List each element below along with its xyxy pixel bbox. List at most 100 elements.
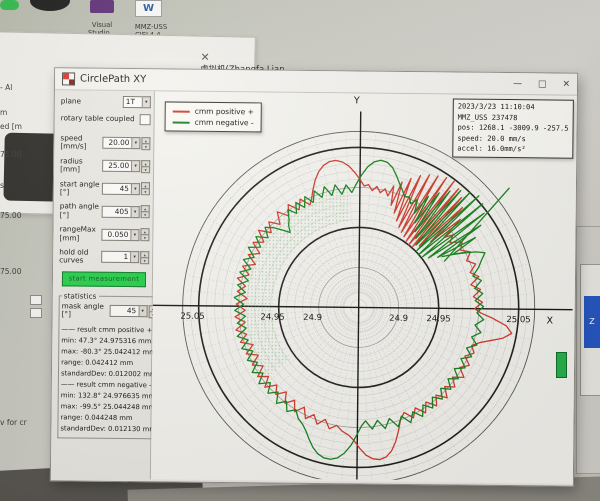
start-angle-label: start angle [°] xyxy=(60,180,102,197)
hold-old-curves-control: 1▾▴▾ xyxy=(101,251,149,265)
start-angle-spin-down-icon[interactable]: ▾ xyxy=(141,189,150,196)
hold-old-curves-dropdown-icon[interactable]: ▾ xyxy=(131,251,139,263)
mask-angle-value[interactable]: 45 xyxy=(109,305,139,317)
control-panel: plane1T▾rotary table coupledspeed [mm/s]… xyxy=(51,90,155,479)
ring-label-right-24.9: 24.9 xyxy=(389,314,408,324)
radius-dropdown-icon[interactable]: ▾ xyxy=(132,160,140,172)
range-max-spin-down-icon[interactable]: ▾ xyxy=(140,234,149,241)
rotary-table-coupled-checkbox[interactable] xyxy=(140,114,151,125)
mask-angle-label: mask angle [°] xyxy=(62,302,110,319)
legend: cmm positive +cmm negative - xyxy=(165,101,263,132)
speed-spin-down-icon[interactable]: ▾ xyxy=(141,143,150,150)
field-row-start-angle: start angle [°]45▾▴▾ xyxy=(60,180,150,198)
background-blue-tile[interactable]: Z xyxy=(584,296,600,348)
range-max-label: rangeMax [mm] xyxy=(59,225,101,242)
hold-old-curves-spin-down-icon[interactable]: ▾ xyxy=(140,257,149,264)
radius-spin-down-icon[interactable]: ▾ xyxy=(141,166,150,173)
field-row-path-angle: path angle [°]405▾▴▾ xyxy=(60,203,150,221)
start-angle-control: 45▾▴▾ xyxy=(102,182,150,196)
path-angle-dropdown-icon[interactable]: ▾ xyxy=(132,206,140,218)
plane-value[interactable]: 1T xyxy=(123,96,143,108)
radius-label: radius [mm] xyxy=(60,157,102,174)
path-angle-control: 405▾▴▾ xyxy=(102,205,150,219)
plane-control: 1T▾ xyxy=(123,96,151,108)
radius-value[interactable]: 25.00 xyxy=(102,160,132,172)
field-row-mask-angle: mask angle [°]45▾▴▾ xyxy=(62,302,158,320)
field-row-speed: speed [mm/s]20.00▾▴▾ xyxy=(60,134,150,152)
speed-label: speed [mm/s] xyxy=(60,134,102,151)
range-max-value[interactable]: 0.050 xyxy=(101,228,131,240)
path-angle-value[interactable]: 405 xyxy=(102,206,132,218)
word-document-icon[interactable]: W xyxy=(135,0,162,17)
start-angle-value[interactable]: 45 xyxy=(102,183,132,195)
range-max-spinner: ▴▾ xyxy=(140,228,149,241)
statistics-group: statistics mask angle [°]45▾▴▾ —— result… xyxy=(57,291,160,440)
path-angle-label: path angle [°] xyxy=(60,203,102,220)
background-window-close-icon[interactable]: ✕ xyxy=(200,51,209,64)
start-angle-spinner: ▴▾ xyxy=(141,183,150,196)
speed-value[interactable]: 20.00 xyxy=(102,137,132,149)
path-angle-spin-down-icon[interactable]: ▾ xyxy=(141,211,150,218)
ring-label-right-25.05: 25.05 xyxy=(506,315,530,325)
ring-label-left-24.95: 24.95 xyxy=(260,312,284,322)
background-checkbox[interactable] xyxy=(30,295,42,305)
circlepath-window: CirclePath XY — □ ✕ plane1T▾rotary table… xyxy=(50,67,578,486)
legend-label: cmm negative - xyxy=(195,117,254,129)
y-axis-label: Y xyxy=(354,95,360,106)
hold-old-curves-label: hold old curves xyxy=(59,248,101,265)
field-row-plane: plane1T▾ xyxy=(61,95,151,108)
speed-dropdown-icon[interactable]: ▾ xyxy=(132,137,140,149)
minimize-button-icon[interactable]: — xyxy=(513,79,522,89)
field-row-rotary-table-coupled: rotary table coupled xyxy=(61,113,151,125)
shaded-deviation-region xyxy=(238,187,351,381)
desktop-dark-circle-icon[interactable] xyxy=(30,0,70,11)
background-text-fragment: - Al xyxy=(0,83,12,92)
radius-spinner: ▴▾ xyxy=(141,160,150,173)
ring-label-left-24.9: 24.9 xyxy=(303,313,322,323)
plane-label: plane xyxy=(61,97,123,106)
plane-dropdown-icon[interactable]: ▾ xyxy=(143,96,151,108)
x-axis-label: X xyxy=(546,315,553,326)
background-text-fragment: 75.00 xyxy=(0,150,21,159)
legend-line-swatch xyxy=(173,110,190,112)
field-row-hold-old-curves: hold old curves1▾▴▾ xyxy=(59,248,149,266)
hold-old-curves-value[interactable]: 1 xyxy=(101,251,131,263)
start-measurement-button[interactable]: start measurement xyxy=(62,271,147,287)
range-max-control: 0.050▾▴▾ xyxy=(101,228,149,242)
mask-angle-control: 45▾▴▾ xyxy=(109,304,157,318)
background-text-fragment: m xyxy=(0,108,7,117)
path-angle-spinner: ▴▾ xyxy=(141,205,150,218)
window-title: CirclePath XY xyxy=(80,74,146,86)
background-text-fragment: 75.00 xyxy=(0,267,21,276)
machine-info-box: 2023/3/23 11:10:04MMZ_USS 237478pos: 126… xyxy=(452,98,574,158)
polar-plot-area: 24.9 24.9 24.95 24.95 25.05 25.05 Y X cmm pos… xyxy=(151,91,577,483)
field-row-radius: radius [mm]25.00▾▴▾ xyxy=(60,157,150,175)
mask-angle-dropdown-icon[interactable]: ▾ xyxy=(139,305,147,317)
speed-control: 20.00▾▴▾ xyxy=(102,137,150,151)
background-text-fragment: 75.00 xyxy=(0,211,21,220)
legend-item: cmm negative - xyxy=(173,117,254,129)
radius-control: 25.00▾▴▾ xyxy=(102,159,150,173)
close-button-icon[interactable]: ✕ xyxy=(562,79,570,89)
visual-studio-icon[interactable] xyxy=(90,0,114,13)
desktop-green-icon[interactable] xyxy=(0,0,19,10)
ring-label-right-24.95: 24.95 xyxy=(426,314,450,324)
maximize-button-icon[interactable]: □ xyxy=(538,79,547,89)
photo-scene: W Visual Studio... MMZ-USS CIEL4.4... ✕ … xyxy=(0,0,600,501)
info-line-2: pos: 1268.1 -3009.9 -257.5 xyxy=(457,122,568,134)
statistics-title: statistics xyxy=(62,291,99,300)
info-line-4: accel: 16.0mm/s² xyxy=(457,143,568,155)
background-text-fragment: ed [m xyxy=(0,122,22,131)
start-angle-dropdown-icon[interactable]: ▾ xyxy=(132,183,140,195)
field-row-range-max: rangeMax [mm]0.050▾▴▾ xyxy=(59,225,149,243)
app-icon xyxy=(62,72,75,85)
background-text-fragment: v for cr xyxy=(0,418,27,427)
legend-line-swatch xyxy=(173,121,190,123)
legend-item: cmm positive + xyxy=(173,106,254,118)
stats-line-9: standardDev: 0.012130 mm xyxy=(60,424,156,436)
range-max-dropdown-icon[interactable]: ▾ xyxy=(131,229,139,241)
speed-spinner: ▴▾ xyxy=(141,137,150,150)
rotary-table-coupled-label: rotary table coupled xyxy=(61,115,140,124)
ring-label-left-25.05: 25.05 xyxy=(180,312,204,322)
background-checkbox[interactable] xyxy=(30,308,42,318)
